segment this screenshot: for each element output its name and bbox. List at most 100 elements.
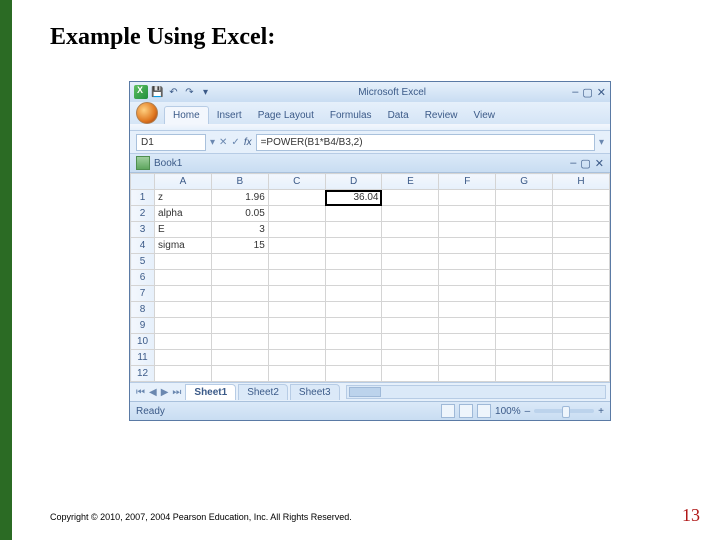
cell[interactable] [496, 302, 553, 318]
cell[interactable] [496, 222, 553, 238]
tab-formulas[interactable]: Formulas [322, 107, 380, 124]
col-header-h[interactable]: H [553, 174, 610, 190]
cell[interactable]: 0.05 [211, 206, 268, 222]
cell[interactable] [439, 254, 496, 270]
cell[interactable] [268, 222, 325, 238]
namebox-dropdown-icon[interactable]: ▾ [210, 137, 215, 148]
cell[interactable] [553, 286, 610, 302]
cell[interactable] [553, 318, 610, 334]
cell[interactable] [496, 366, 553, 382]
row-header-10[interactable]: 10 [131, 334, 155, 350]
formula-input[interactable]: =POWER(B1*B4/B3,2) [256, 134, 595, 151]
zoom-level[interactable]: 100% [495, 406, 521, 417]
cell[interactable] [268, 270, 325, 286]
workbook-minimize-button[interactable]: – [570, 157, 576, 170]
col-header-b[interactable]: B [211, 174, 268, 190]
cell[interactable] [553, 270, 610, 286]
select-all-corner[interactable] [131, 174, 155, 190]
first-sheet-icon[interactable]: ⏮ [134, 387, 147, 398]
cell[interactable] [439, 270, 496, 286]
cell[interactable] [211, 366, 268, 382]
cell[interactable] [325, 366, 382, 382]
cell[interactable] [268, 302, 325, 318]
col-header-f[interactable]: F [439, 174, 496, 190]
cell[interactable] [553, 350, 610, 366]
cell[interactable] [268, 334, 325, 350]
sheet-tab-1[interactable]: Sheet1 [185, 384, 236, 400]
cell[interactable] [325, 318, 382, 334]
cell[interactable] [325, 334, 382, 350]
row-header-8[interactable]: 8 [131, 302, 155, 318]
cell[interactable] [268, 190, 325, 206]
col-header-d[interactable]: D [325, 174, 382, 190]
cell[interactable] [325, 206, 382, 222]
cell[interactable] [439, 206, 496, 222]
cell[interactable] [439, 286, 496, 302]
cell[interactable] [155, 270, 212, 286]
cell[interactable] [382, 222, 439, 238]
cell[interactable] [325, 270, 382, 286]
row-header-9[interactable]: 9 [131, 318, 155, 334]
col-header-g[interactable]: G [496, 174, 553, 190]
cell[interactable] [155, 334, 212, 350]
horizontal-scrollbar[interactable] [346, 385, 606, 399]
cell[interactable] [155, 302, 212, 318]
cell[interactable] [268, 206, 325, 222]
cell[interactable] [496, 190, 553, 206]
col-header-e[interactable]: E [382, 174, 439, 190]
col-header-a[interactable]: A [155, 174, 212, 190]
active-cell[interactable]: 36.04 [325, 190, 382, 206]
cell[interactable] [211, 286, 268, 302]
view-page-break-icon[interactable] [477, 404, 491, 418]
cell[interactable] [439, 238, 496, 254]
cell[interactable] [553, 190, 610, 206]
qat-dropdown-icon[interactable]: ▾ [199, 86, 212, 99]
cell[interactable] [496, 334, 553, 350]
cell[interactable] [382, 206, 439, 222]
next-sheet-icon[interactable]: ▶ [159, 387, 171, 398]
cell[interactable] [553, 302, 610, 318]
cell[interactable]: z [155, 190, 212, 206]
cell[interactable] [496, 318, 553, 334]
name-box[interactable]: D1 [136, 134, 206, 151]
close-button[interactable]: ✕ [597, 86, 606, 99]
prev-sheet-icon[interactable]: ◀ [147, 387, 159, 398]
zoom-out-button[interactable]: – [525, 406, 531, 417]
cell[interactable]: 1.96 [211, 190, 268, 206]
cell[interactable] [155, 366, 212, 382]
cell[interactable] [553, 254, 610, 270]
workbook-close-button[interactable]: ✕ [595, 157, 604, 170]
cell[interactable] [439, 190, 496, 206]
cell[interactable] [211, 350, 268, 366]
row-header-5[interactable]: 5 [131, 254, 155, 270]
cell[interactable] [439, 334, 496, 350]
cell[interactable]: alpha [155, 206, 212, 222]
cell[interactable] [268, 238, 325, 254]
zoom-slider[interactable] [534, 409, 594, 413]
cell[interactable] [382, 366, 439, 382]
fx-icon[interactable]: fx [244, 137, 252, 148]
cell[interactable] [439, 318, 496, 334]
cell[interactable] [553, 366, 610, 382]
cell[interactable] [325, 254, 382, 270]
sheet-tab-3[interactable]: Sheet3 [290, 384, 340, 400]
cell[interactable] [496, 206, 553, 222]
undo-icon[interactable]: ↶ [167, 86, 180, 99]
save-icon[interactable]: 💾 [151, 86, 164, 99]
cell[interactable] [382, 190, 439, 206]
row-header-1[interactable]: 1 [131, 190, 155, 206]
tab-data[interactable]: Data [380, 107, 417, 124]
tab-home[interactable]: Home [164, 106, 209, 124]
row-header-11[interactable]: 11 [131, 350, 155, 366]
cell[interactable] [382, 254, 439, 270]
cell[interactable] [382, 350, 439, 366]
cell[interactable] [439, 366, 496, 382]
row-header-4[interactable]: 4 [131, 238, 155, 254]
row-header-12[interactable]: 12 [131, 366, 155, 382]
cell[interactable]: sigma [155, 238, 212, 254]
cell[interactable] [268, 350, 325, 366]
tab-insert[interactable]: Insert [209, 107, 250, 124]
cell[interactable] [211, 334, 268, 350]
cell[interactable] [325, 350, 382, 366]
cell[interactable] [553, 222, 610, 238]
